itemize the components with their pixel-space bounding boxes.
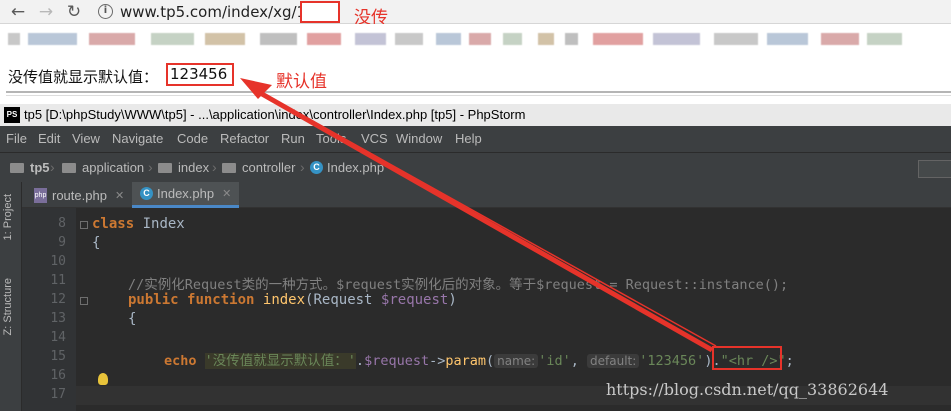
- chevron-right-icon: ›: [148, 159, 153, 175]
- bookmark-item[interactable]: [867, 33, 902, 45]
- close-icon[interactable]: ✕: [222, 187, 231, 200]
- menu-vcs[interactable]: VCS: [361, 131, 388, 146]
- folder-icon: [62, 162, 76, 173]
- bookmark-item[interactable]: [538, 33, 554, 45]
- horizontal-rule: [6, 91, 951, 93]
- project-tool-tab[interactable]: 1: Project: [2, 194, 14, 240]
- chevron-right-icon: ›: [50, 159, 55, 175]
- tab-route-php[interactable]: php route.php ✕: [26, 182, 132, 208]
- crumb-application[interactable]: application: [62, 160, 144, 175]
- bookmark-item[interactable]: [593, 33, 643, 45]
- menu-view[interactable]: View: [72, 131, 100, 146]
- bookmark-item[interactable]: [28, 33, 77, 45]
- breadcrumb: tp5 › application › index › controller ›…: [0, 152, 951, 182]
- menu-bar: File Edit View Navigate Code Refactor Ru…: [0, 126, 951, 152]
- bookmark-item[interactable]: [395, 33, 423, 45]
- forward-arrow-icon[interactable]: →: [36, 2, 56, 22]
- code-line-8: class Index: [92, 216, 185, 232]
- default-value-highlight-box: [712, 346, 782, 370]
- menu-refactor[interactable]: Refactor: [220, 131, 269, 146]
- bookmark-item[interactable]: [8, 33, 20, 45]
- line-number: 8: [58, 216, 66, 231]
- line-number: 10: [50, 254, 66, 269]
- phpstorm-logo-icon: PS: [4, 107, 20, 123]
- reload-icon[interactable]: ↻: [64, 2, 84, 22]
- bookmark-item[interactable]: [469, 33, 491, 45]
- watermark: https://blog.csdn.net/qq_33862644: [606, 380, 889, 399]
- line-number: 16: [50, 368, 66, 383]
- bookmark-item[interactable]: [653, 33, 700, 45]
- menu-tools[interactable]: Tools: [316, 131, 346, 146]
- bookmark-item[interactable]: [307, 33, 341, 45]
- crumb-tp5[interactable]: tp5: [10, 160, 50, 175]
- php-file-icon: php: [34, 187, 47, 203]
- chevron-right-icon: ›: [300, 159, 305, 175]
- default-arg: '123456': [639, 353, 705, 369]
- crumb-index-php[interactable]: C Index.php: [310, 160, 384, 175]
- bookmark-item[interactable]: [355, 33, 386, 45]
- line-number: 14: [50, 330, 66, 345]
- bookmark-item[interactable]: [565, 33, 578, 45]
- php-class-icon: C: [140, 187, 153, 200]
- menu-run[interactable]: Run: [281, 131, 305, 146]
- menu-file[interactable]: File: [6, 131, 27, 146]
- folder-icon: [222, 162, 236, 173]
- line-number: 15: [50, 349, 66, 364]
- bookmark-item[interactable]: [205, 33, 245, 45]
- line-number: 13: [50, 311, 66, 326]
- editor-tabs: php route.php ✕ C Index.php ✕: [22, 182, 951, 208]
- bookmark-item[interactable]: [714, 33, 758, 45]
- line-number: 12: [50, 292, 66, 307]
- tab-index-php[interactable]: C Index.php ✕: [132, 182, 240, 208]
- line-number: 11: [50, 273, 66, 288]
- menu-code[interactable]: Code: [177, 131, 208, 146]
- search-field[interactable]: [918, 160, 951, 178]
- bookmarks-bar: [0, 24, 951, 52]
- code-line-12: public function index(Request $request): [128, 292, 457, 308]
- bookmark-item[interactable]: [260, 33, 297, 45]
- ide-title-text: tp5 [D:\phpStudy\WWW\tp5] - ...\applicat…: [24, 107, 526, 122]
- annotation-default: 默认值: [276, 72, 327, 92]
- code-line-15: echo '没传值就显示默认值：'.$request->param(name: '…: [164, 353, 794, 369]
- page-label: 没传值就显示默认值：: [8, 68, 159, 86]
- bookmark-item[interactable]: [503, 33, 522, 45]
- folder-icon: [10, 162, 24, 173]
- code-line-13: {: [128, 311, 137, 327]
- line-gutter: 8 9 10 11 12 13 14 15 16 17: [22, 208, 76, 411]
- menu-window[interactable]: Window: [396, 131, 442, 146]
- horizontal-rule-shadow: [6, 95, 951, 96]
- bookmark-item[interactable]: [436, 33, 461, 45]
- line-number: 17: [50, 387, 66, 402]
- bookmark-item[interactable]: [89, 33, 135, 45]
- page-value: 123456: [166, 63, 234, 86]
- param-hint-default: default:: [587, 354, 640, 368]
- crumb-index[interactable]: index: [158, 160, 209, 175]
- folder-icon: [158, 162, 172, 173]
- menu-edit[interactable]: Edit: [38, 131, 60, 146]
- close-icon[interactable]: ✕: [115, 189, 124, 202]
- code-line-11: //实例化Request类的一种方式。$request实例化后的对象。等于$re…: [128, 277, 789, 293]
- chevron-right-icon: ›: [212, 159, 217, 175]
- menu-help[interactable]: Help: [455, 131, 482, 146]
- menu-navigate[interactable]: Navigate: [112, 131, 163, 146]
- back-arrow-icon[interactable]: ←: [8, 2, 28, 22]
- param-hint-name: name:: [494, 354, 539, 368]
- address-bar[interactable]: www.tp5.com/index/xg/11: [120, 3, 316, 21]
- site-info-icon[interactable]: i: [98, 4, 113, 19]
- bookmark-item[interactable]: [151, 33, 194, 45]
- bookmark-item[interactable]: [767, 33, 808, 45]
- ide-title-bar: PS tp5 [D:\phpStudy\WWW\tp5] - ...\appli…: [0, 104, 951, 126]
- line-number: 9: [58, 235, 66, 250]
- code-line-9: {: [92, 235, 101, 251]
- browser-toolbar: ← → ↻ i www.tp5.com/index/xg/11 没传: [0, 0, 951, 28]
- crumb-controller[interactable]: controller: [222, 160, 295, 175]
- php-class-icon: C: [310, 161, 323, 174]
- tool-window-strip: 1: Project Z: Structure: [0, 182, 22, 411]
- missing-param-highlight-box: [300, 1, 340, 23]
- bookmark-item[interactable]: [821, 33, 859, 45]
- structure-tool-tab[interactable]: Z: Structure: [2, 278, 14, 335]
